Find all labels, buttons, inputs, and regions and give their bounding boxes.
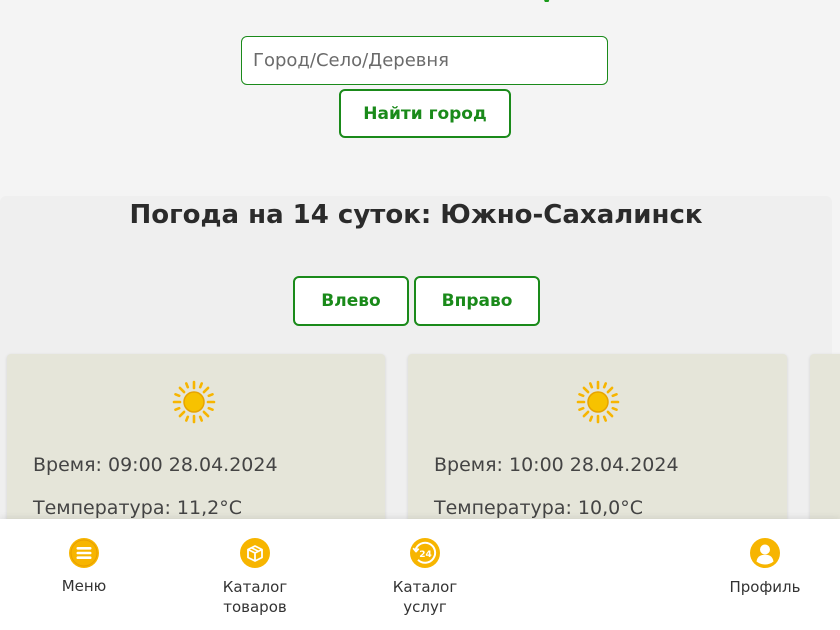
svg-text:24: 24 (419, 550, 432, 560)
nav-item-goods-catalog[interactable]: Каталог товаров (195, 537, 315, 617)
clipped-title-fragment: у (540, 0, 600, 2)
scroll-right-button[interactable]: Вправо (414, 276, 540, 326)
nav-label: Каталог услуг (392, 578, 458, 616)
find-city-button[interactable]: Найти город (339, 89, 511, 138)
24h-icon: 24 (409, 537, 441, 569)
forecast-time: Время: 09:00 28.04.2024 (33, 454, 278, 476)
nav-label: Каталог товаров (222, 578, 288, 616)
nav-label: Профиль (729, 578, 801, 596)
forecast-title: Погода на 14 суток: Южно-Сахалинск (129, 200, 703, 230)
forecast-time: Время: 10:00 28.04.2024 (434, 454, 679, 476)
city-search-input[interactable] (241, 36, 608, 85)
forecast-temperature: Температура: 11,2°C (33, 497, 242, 519)
scroll-left-button[interactable]: Влево (293, 276, 409, 326)
nav-item-services-catalog[interactable]: 24 Каталог услуг (365, 537, 485, 617)
sun-icon (172, 380, 216, 424)
bottom-navigation: Меню Каталог товаров 24 Каталог услуг Пр… (0, 519, 840, 630)
menu-icon (68, 537, 100, 569)
nav-item-profile[interactable]: Профиль (705, 537, 825, 597)
nav-label: Меню (61, 577, 107, 595)
sun-icon (576, 380, 620, 424)
profile-icon (749, 537, 781, 569)
nav-item-menu[interactable]: Меню (24, 537, 144, 596)
box-icon (239, 537, 271, 569)
forecast-temperature: Температура: 10,0°C (434, 497, 643, 519)
